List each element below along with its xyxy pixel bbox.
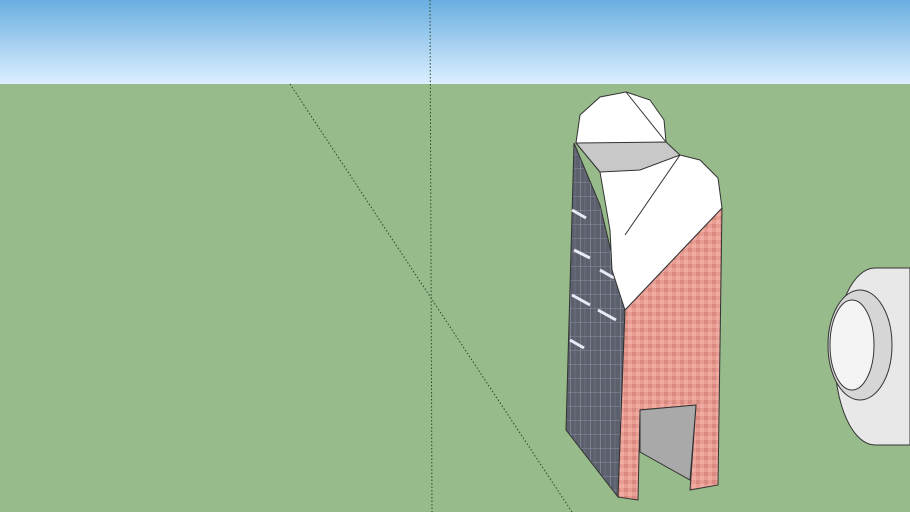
cylinder-inner <box>829 299 875 391</box>
sky <box>0 0 910 84</box>
ground <box>0 84 910 512</box>
viewport-canvas[interactable] <box>0 0 910 512</box>
